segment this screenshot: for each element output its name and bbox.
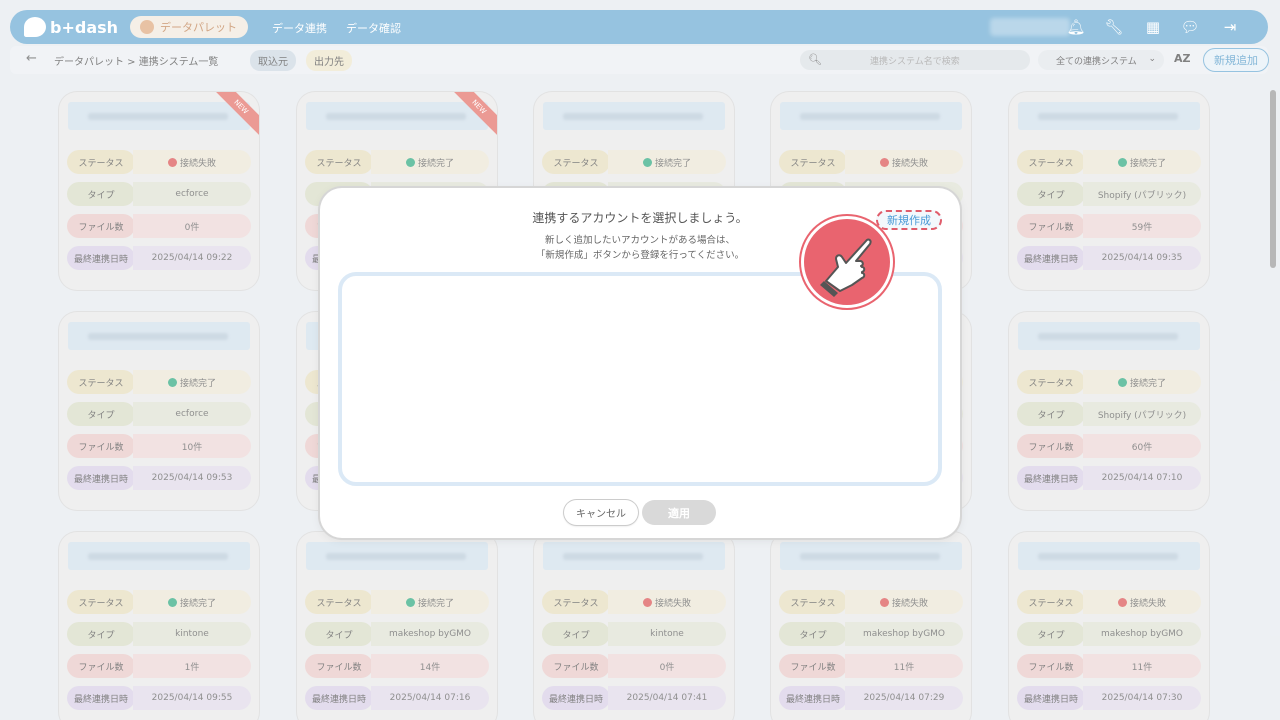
cancel-button[interactable]: キャンセル <box>564 500 638 525</box>
pointing-hand-icon <box>801 216 893 308</box>
apply-button[interactable]: 適用 <box>642 500 716 525</box>
